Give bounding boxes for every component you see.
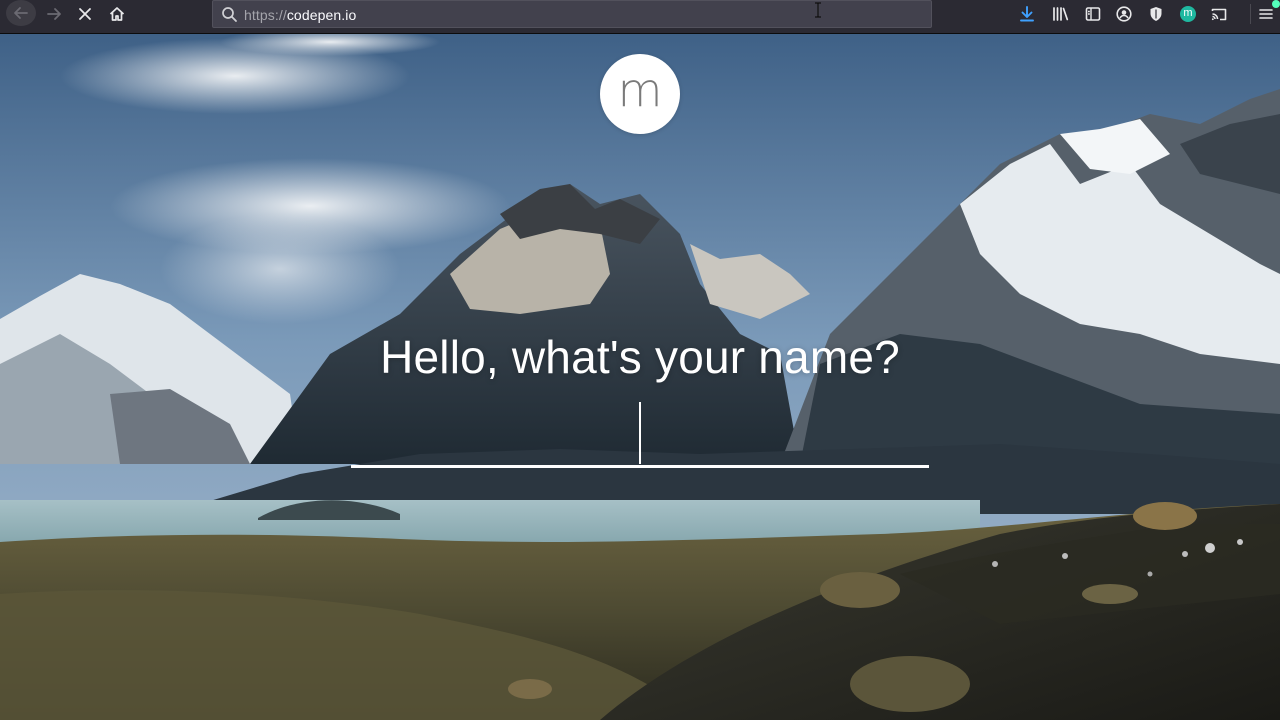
mouse-cursor-icon — [814, 2, 822, 23]
name-prompt-heading: Hello, what's your name? — [380, 331, 900, 383]
forward-button[interactable] — [40, 3, 68, 25]
cast-button[interactable] — [1209, 4, 1229, 24]
account-button[interactable] — [1114, 4, 1134, 24]
profile-extension-button[interactable]: m — [1178, 4, 1198, 24]
url-scheme: https:// — [244, 7, 287, 23]
cast-icon — [1211, 8, 1227, 21]
sidebar-button[interactable] — [1083, 4, 1103, 24]
library-icon — [1053, 7, 1069, 21]
arrow-right-icon — [47, 8, 61, 20]
update-badge — [1272, 0, 1280, 8]
download-icon — [1020, 6, 1034, 22]
url-text: https://codepen.io — [244, 7, 356, 23]
app-logo: m — [600, 54, 680, 134]
tracking-protection-button[interactable] — [1146, 4, 1166, 24]
arrow-left-icon — [14, 7, 28, 19]
browser-toolbar: https://codepen.io m — [0, 0, 1280, 34]
search-icon — [221, 6, 238, 28]
text-caret — [639, 402, 641, 464]
menu-button[interactable] — [1250, 0, 1280, 24]
hamburger-icon — [1258, 9, 1273, 19]
close-icon — [79, 8, 91, 20]
home-button[interactable] — [103, 3, 131, 25]
address-bar[interactable]: https://codepen.io — [212, 0, 932, 28]
account-icon — [1116, 6, 1132, 22]
sidebar-icon — [1085, 7, 1101, 21]
back-button[interactable] — [6, 0, 36, 26]
url-host: codepen.io — [286, 7, 357, 23]
logo-letter: m — [617, 63, 663, 117]
home-icon — [109, 7, 125, 21]
profile-avatar: m — [1180, 6, 1196, 22]
library-button[interactable] — [1051, 4, 1071, 24]
downloads-button[interactable] — [1017, 4, 1037, 24]
page-viewport: m Hello, what's your name? — [0, 34, 1280, 720]
stop-button[interactable] — [71, 3, 99, 25]
shield-icon — [1150, 7, 1162, 21]
